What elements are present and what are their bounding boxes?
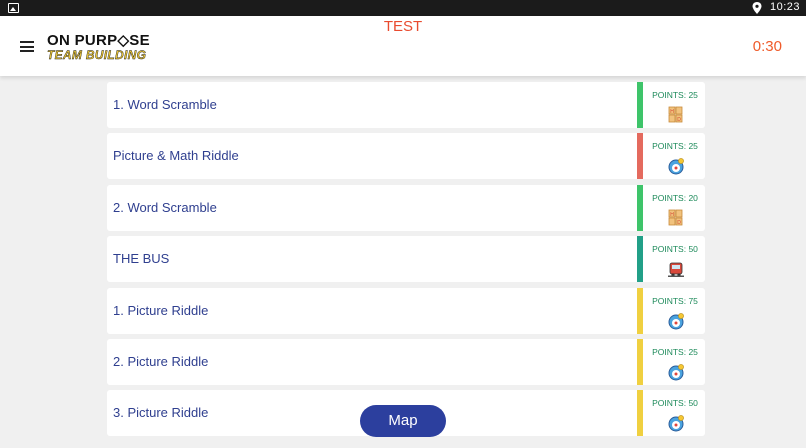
status-bar-indicator: [637, 287, 643, 334]
riddle-icon: [667, 312, 685, 330]
challenge-title: Picture & Math Riddle: [113, 148, 239, 164]
svg-text:H: H: [670, 212, 674, 218]
points-label: POINTS: 25: [652, 141, 698, 152]
status-bar: 10:23: [0, 0, 806, 16]
page-title: TEST: [383, 18, 423, 35]
menu-icon[interactable]: [20, 41, 34, 52]
riddle-icon: [667, 363, 685, 381]
challenge-title: 2. Picture Riddle: [113, 353, 209, 369]
countdown-timer: 0:30: [752, 38, 782, 55]
points-label: POINTS: 20: [652, 192, 698, 203]
challenge-row[interactable]: THE BUS POINTS: 50: [107, 236, 705, 283]
challenge-list: 1. Word Scramble POINTS: 25 H D Picture & Ma…: [107, 82, 705, 442]
status-time: 10:23: [769, 1, 800, 13]
challenge-title: 2. Word Scramble: [113, 199, 217, 215]
logo-text-top: ON PURP◇SE: [47, 32, 150, 49]
challenge-title: 1. Picture Riddle: [113, 302, 209, 318]
challenge-row[interactable]: 2. Picture Riddle POINTS: 25: [107, 338, 705, 385]
app-bar: ON PURP◇SE TEAM BUILDING TEST 0:30: [0, 16, 806, 76]
status-bar-indicator: [637, 390, 643, 437]
challenge-title: 1. Word Scramble: [113, 97, 217, 112]
challenge-row[interactable]: 1. Word Scramble POINTS: 25 H D: [107, 82, 705, 128]
points-label: POINTS: 75: [652, 295, 698, 306]
challenge-row[interactable]: 1. Picture Riddle POINTS: 75: [107, 287, 705, 334]
points-label: POINTS: 25: [652, 346, 698, 357]
svg-text:H: H: [670, 109, 674, 115]
location-icon: [752, 2, 762, 14]
points-label: POINTS: 25: [652, 90, 698, 100]
challenge-title: THE BUS: [113, 251, 170, 267]
on-purpose-logo: ON PURP◇SE TEAM BUILDING: [47, 33, 172, 63]
logo-text-bottom: TEAM BUILDING: [47, 48, 147, 62]
svg-text:D: D: [677, 117, 681, 123]
points-label: POINTS: 50: [652, 244, 698, 255]
bus-icon: [667, 260, 685, 278]
svg-text:D: D: [677, 220, 681, 226]
challenge-row[interactable]: Picture & Math Riddle POINTS: 25: [107, 133, 705, 180]
riddle-icon: [667, 157, 685, 175]
scramble-icon: HD: [667, 209, 685, 227]
status-bar-indicator: [637, 236, 643, 283]
challenge-row[interactable]: 2. Word Scramble POINTS: 20 H D: [107, 184, 705, 231]
status-bar-indicator: [637, 133, 643, 180]
points-label: POINTS: 50: [652, 398, 698, 409]
riddle-icon: [667, 414, 685, 432]
status-bar-indicator: [637, 82, 643, 128]
status-bar-indicator: [637, 338, 643, 385]
status-bar-indicator: [637, 184, 643, 231]
image-notification-icon: [8, 3, 19, 13]
scramble-icon: HD: [667, 106, 685, 124]
challenge-title: 3. Picture Riddle: [113, 405, 209, 421]
map-button[interactable]: Map: [360, 405, 446, 437]
